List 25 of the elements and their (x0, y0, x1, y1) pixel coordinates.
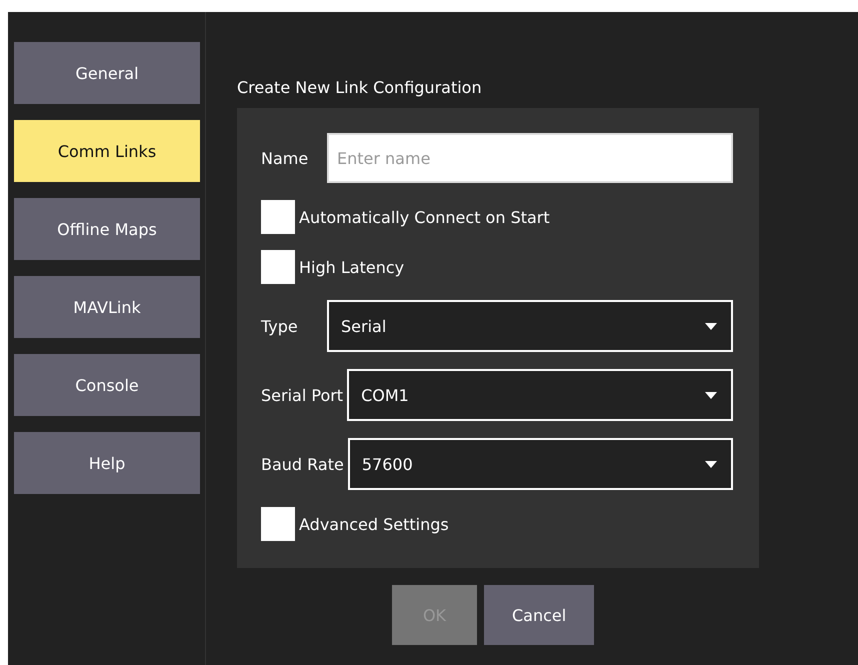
sidebar-item[interactable]: Offline Maps (14, 198, 200, 260)
dropdown[interactable]: Serial (327, 300, 733, 352)
checkbox-label: Automatically Connect on Start (299, 208, 550, 226)
caret-icon (705, 392, 717, 398)
checkbox[interactable] (261, 200, 295, 234)
dropdown[interactable]: COM1 (347, 369, 733, 421)
field-label: Name (261, 148, 310, 168)
checkbox-label: High Latency (299, 258, 404, 276)
dropdown[interactable]: 57600 (348, 438, 733, 490)
sidebar-item[interactable]: Console (14, 354, 200, 416)
name-field[interactable]: Enter name (327, 133, 733, 183)
field-label: Baud Rate (261, 454, 344, 474)
field-label: Serial Port (261, 386, 344, 404)
sidebar-item[interactable]: Comm Links (14, 120, 200, 182)
sidebar-item[interactable]: Help (14, 432, 200, 494)
caret-icon (705, 322, 717, 330)
caret-icon (705, 460, 717, 468)
checkbox-label: Advanced Settings (299, 514, 449, 534)
sidebar-item[interactable]: General (14, 42, 200, 104)
checkbox[interactable] (261, 507, 295, 541)
field-label: Type (261, 316, 299, 336)
dialog-title: Create New Link Configuration (237, 77, 483, 99)
checkbox[interactable] (261, 250, 295, 284)
cancel-button[interactable]: Cancel (484, 585, 594, 645)
sidebar-item[interactable]: MAVLink (14, 276, 200, 338)
